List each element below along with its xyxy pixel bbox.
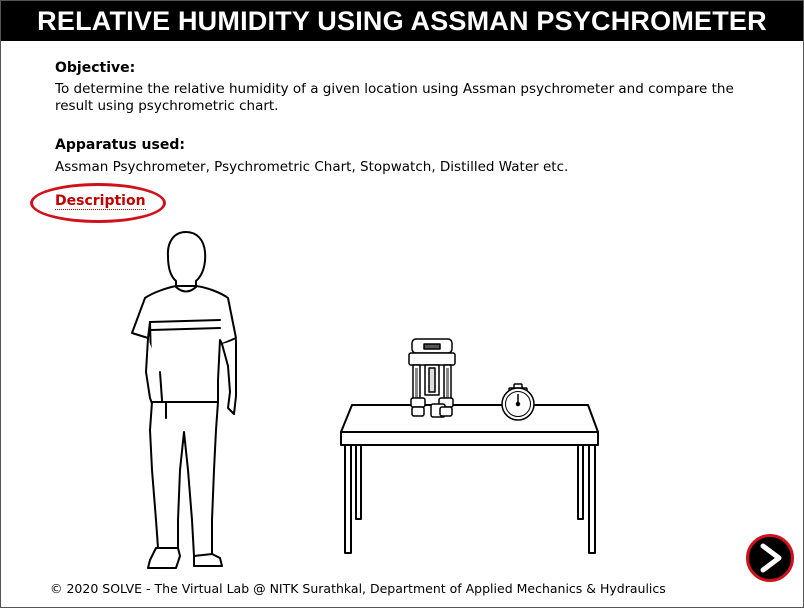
- person-figure: [131, 231, 237, 569]
- stopwatch: [501, 383, 535, 421]
- arrow-right-icon: [760, 543, 782, 573]
- assman-psychrometer: [408, 338, 456, 418]
- footer-copyright: © 2020 SOLVE - The Virtual Lab @ NITK Su…: [50, 581, 666, 596]
- lab-scene: [131, 231, 599, 569]
- next-button[interactable]: [746, 534, 794, 582]
- lab-table: [340, 404, 599, 554]
